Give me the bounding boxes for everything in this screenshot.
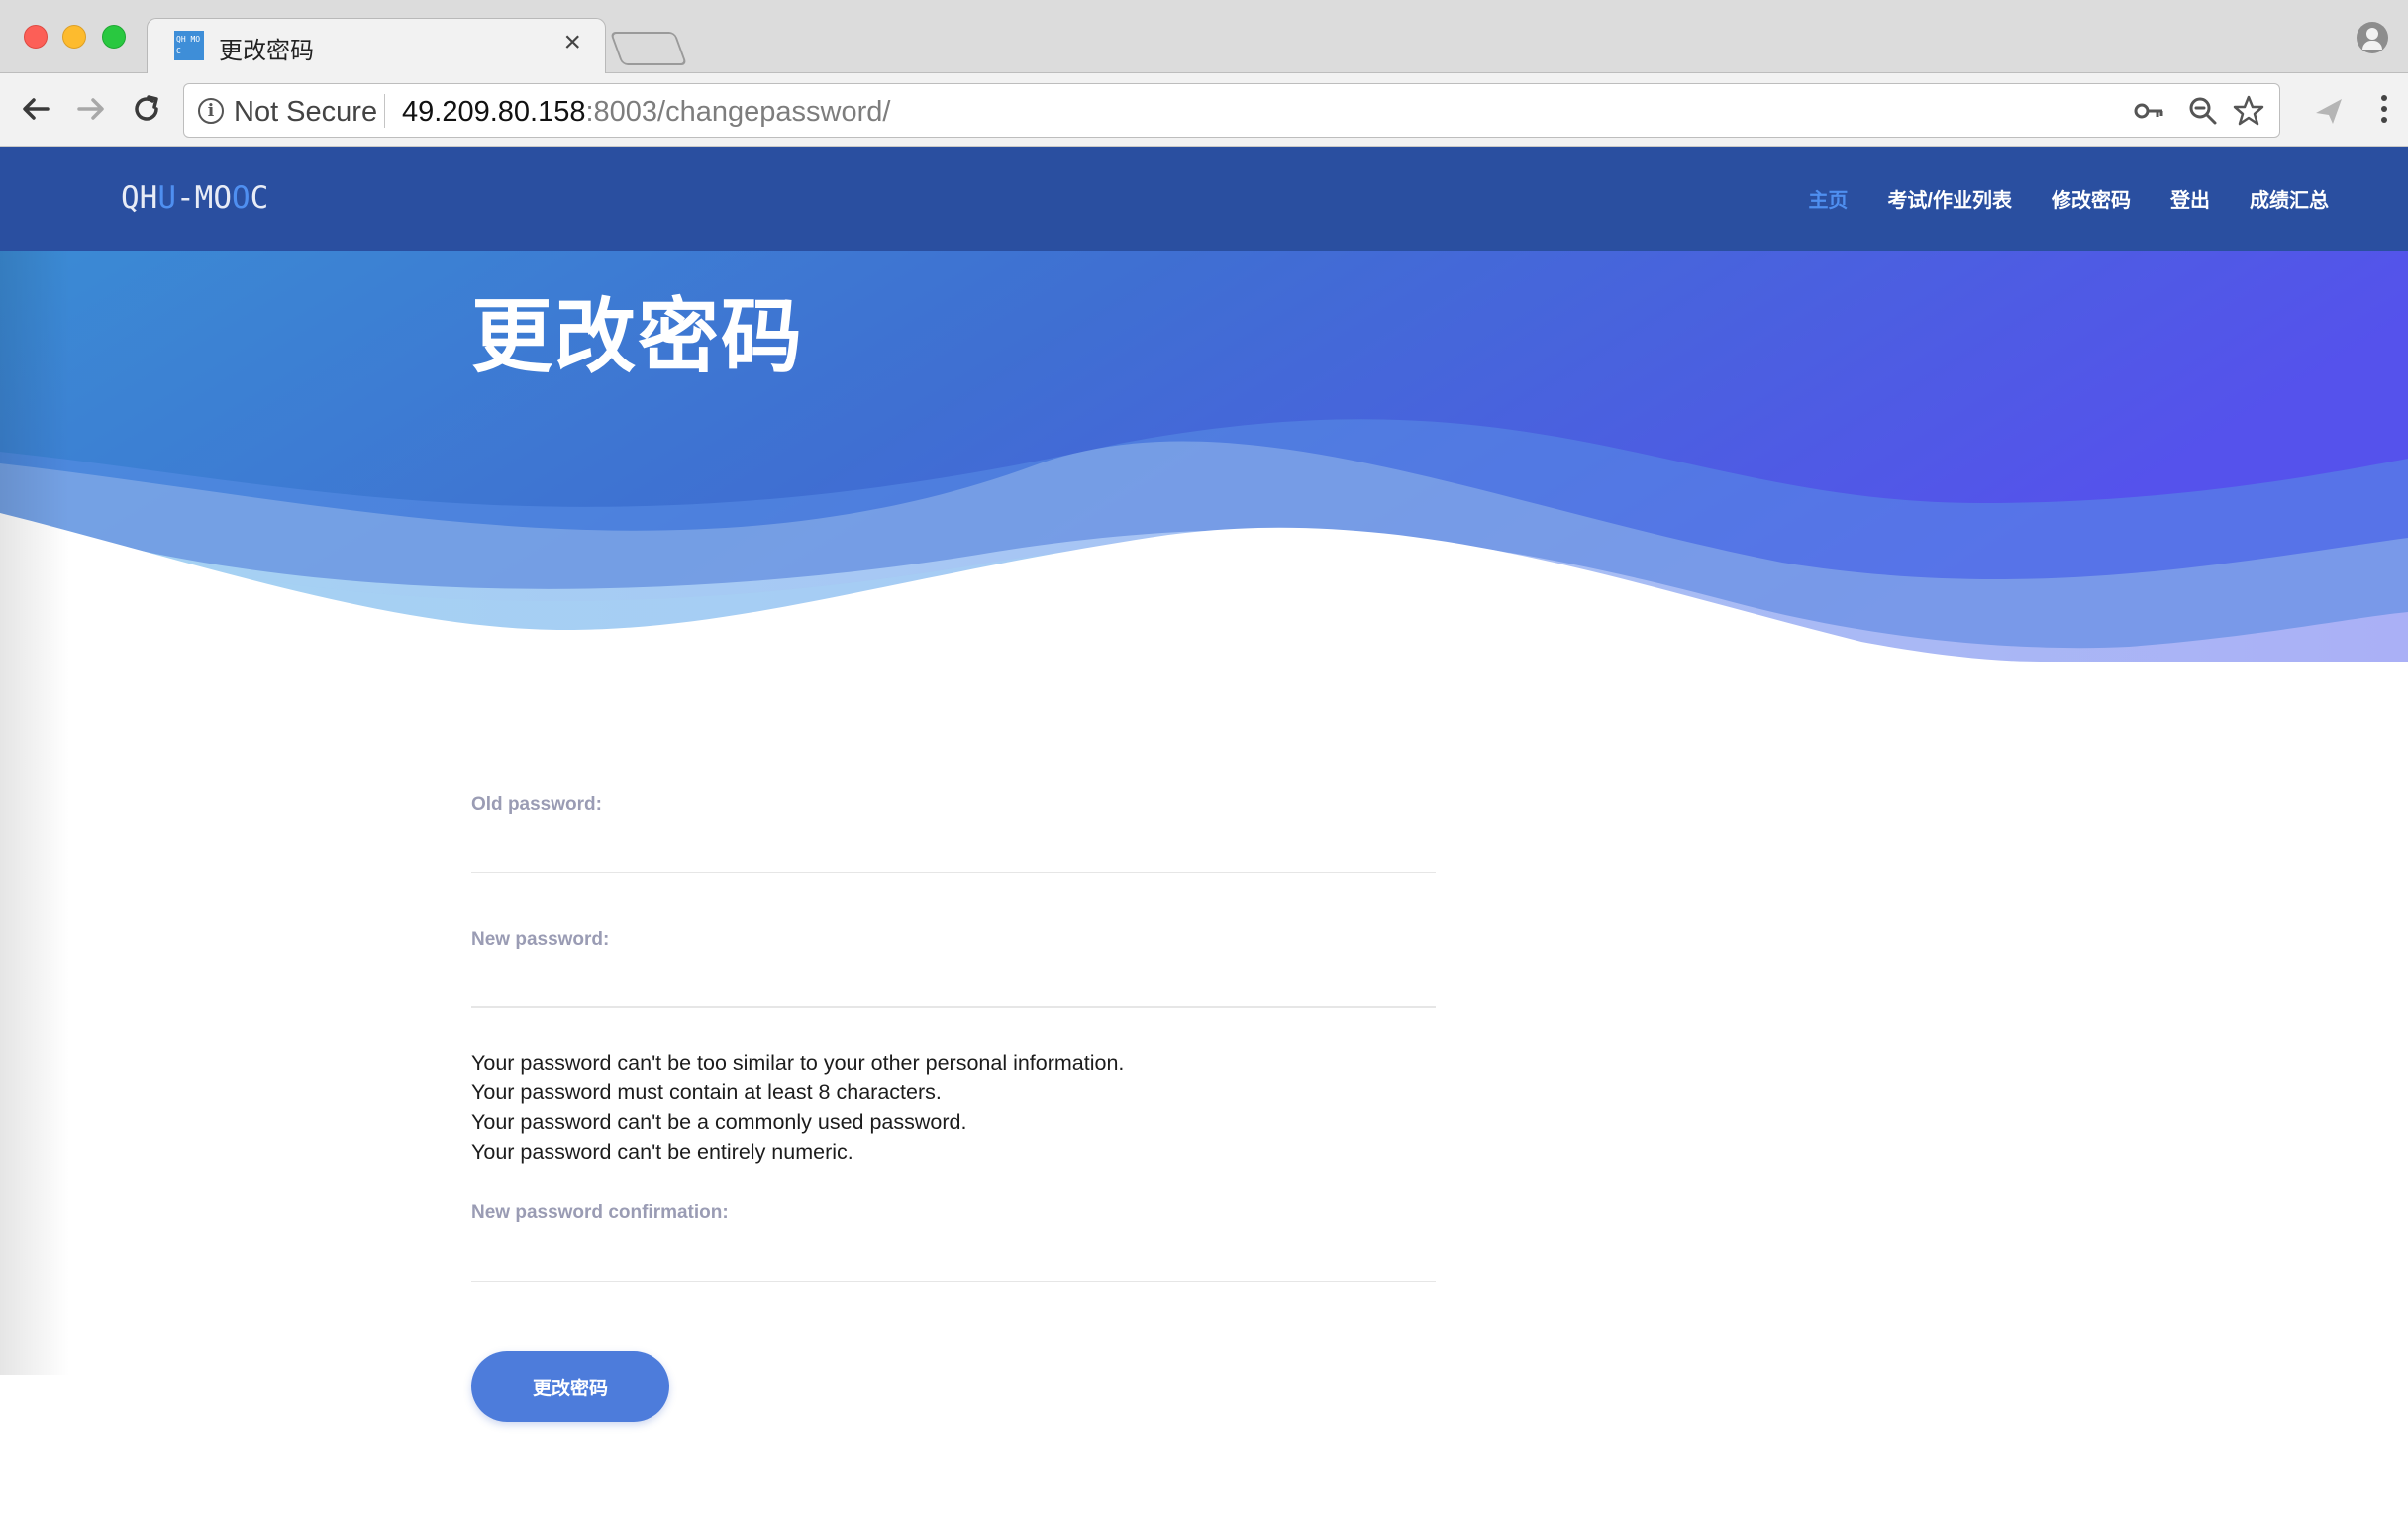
change-password-button[interactable]: 更改密码 (471, 1351, 669, 1422)
omnibox-divider (384, 94, 385, 128)
nav-link-exam-list[interactable]: 考试/作业列表 (1887, 184, 2012, 213)
browser-tab-strip: QH MO C 更改密码 × (0, 0, 2408, 74)
browser-tab[interactable]: QH MO C 更改密码 × (147, 18, 606, 74)
info-icon[interactable]: i (198, 98, 224, 124)
nav-link-logout[interactable]: 登出 (2170, 184, 2210, 213)
tab-close-icon[interactable]: × (563, 27, 581, 58)
new-tab-button[interactable] (609, 32, 688, 65)
new-password-label: New password: (471, 929, 610, 950)
reload-icon[interactable] (127, 89, 166, 129)
close-window-button[interactable] (24, 25, 48, 49)
old-password-field[interactable] (471, 826, 1436, 873)
help-line: Your password must contain at least 8 ch… (471, 1080, 942, 1104)
nav-link-home[interactable]: 主页 (1808, 184, 1848, 213)
logo-part: O (232, 180, 251, 216)
bookmark-star-icon[interactable] (2230, 92, 2267, 130)
nav-menu: 主页 考试/作业列表 修改密码 登出 成绩汇总 (1808, 184, 2329, 213)
password-help-text: Your password can't be too similar to yo… (471, 1048, 1124, 1167)
logo-part: U (157, 180, 176, 216)
page-viewport: QHU-MOOC 主页 考试/作业列表 修改密码 登出 成绩汇总 更改密码 Ol… (0, 147, 2408, 1539)
help-line: Your password can't be entirely numeric. (471, 1140, 853, 1164)
maximize-window-button[interactable] (102, 25, 126, 49)
browser-toolbar: i Not Secure 49.209.80.158:8003/changepa… (0, 73, 2408, 147)
url-host: 49.209.80.158 (402, 96, 586, 128)
security-label[interactable]: Not Secure (234, 96, 377, 129)
new-password-field[interactable] (471, 961, 1436, 1008)
tab-title: 更改密码 (219, 38, 314, 64)
page-title: 更改密码 (471, 292, 805, 382)
kebab-menu-icon[interactable] (2374, 89, 2394, 138)
key-icon[interactable] (2131, 92, 2168, 130)
profile-icon[interactable] (2357, 22, 2388, 53)
address-bar[interactable]: i Not Secure 49.209.80.158:8003/changepa… (183, 83, 2280, 138)
confirm-password-field[interactable] (471, 1235, 1436, 1282)
url-path: :8003/changepassword/ (585, 96, 891, 128)
nav-link-grades[interactable]: 成绩汇总 (2250, 184, 2329, 213)
extension-icon[interactable] (2313, 95, 2345, 133)
logo-part: C (250, 180, 269, 216)
minimize-window-button[interactable] (62, 25, 86, 49)
old-password-label: Old password: (471, 794, 602, 815)
confirm-password-label: New password confirmation: (471, 1202, 729, 1223)
forward-arrow-icon[interactable] (71, 89, 111, 129)
site-logo[interactable]: QHU-MOOC (121, 180, 268, 216)
back-arrow-icon[interactable] (16, 89, 55, 129)
help-line: Your password can't be too similar to yo… (471, 1051, 1125, 1075)
nav-link-change-password[interactable]: 修改密码 (2052, 184, 2131, 213)
zoom-out-icon[interactable] (2184, 92, 2222, 130)
help-line: Your password can't be a commonly used p… (471, 1110, 967, 1134)
logo-part: -MO (176, 180, 232, 216)
url-text[interactable]: 49.209.80.158:8003/changepassword/ (402, 96, 890, 129)
page-edge-shadow (0, 147, 69, 1375)
favicon-icon: QH MO C (174, 31, 204, 60)
logo-part: QH (121, 180, 158, 216)
site-navbar: QHU-MOOC 主页 考试/作业列表 修改密码 登出 成绩汇总 (0, 147, 2408, 251)
